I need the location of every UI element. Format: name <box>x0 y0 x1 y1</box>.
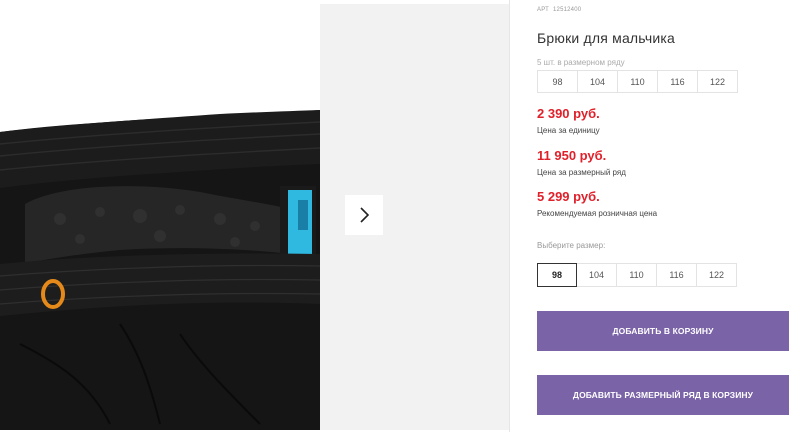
unit-price-label: Цена за единицу <box>537 126 600 135</box>
pack-size-110: 110 <box>617 70 658 93</box>
pants-image <box>0 110 320 430</box>
pack-size-116: 116 <box>657 70 698 93</box>
add-pack-to-cart-button[interactable]: ДОБАВИТЬ РАЗМЕРНЫЙ РЯД В КОРЗИНУ <box>537 375 789 415</box>
retail-price: 5 299 руб. <box>537 189 600 204</box>
pack-size-98: 98 <box>537 70 578 93</box>
gallery-next-button[interactable] <box>345 195 383 235</box>
product-gallery <box>0 0 510 432</box>
size-option-122[interactable]: 122 <box>696 263 737 287</box>
size-picker-label: Выберите размер: <box>537 241 606 250</box>
size-picker: 98 104 110 116 122 <box>537 263 737 287</box>
unit-price: 2 390 руб. <box>537 106 600 121</box>
size-option-110[interactable]: 110 <box>616 263 657 287</box>
size-option-98[interactable]: 98 <box>537 263 577 287</box>
pack-size-122: 122 <box>697 70 738 93</box>
retail-price-label: Рекомендуемая розничная цена <box>537 209 658 218</box>
size-option-116[interactable]: 116 <box>656 263 697 287</box>
pack-sizes: 98 104 110 116 122 <box>537 70 738 93</box>
product-photo[interactable] <box>0 4 320 430</box>
size-option-104[interactable]: 104 <box>576 263 617 287</box>
add-to-cart-button[interactable]: ДОБАВИТЬ В КОРЗИНУ <box>537 311 789 351</box>
panel-divider <box>509 0 510 432</box>
article-value: 12512400 <box>553 7 582 13</box>
pack-note: 5 шт. в размерном ряду <box>537 58 625 67</box>
article-label: АРТ <box>537 7 549 13</box>
pack-price: 11 950 руб. <box>537 148 607 163</box>
chevron-right-icon <box>360 207 370 223</box>
pack-price-label: Цена за размерный ряд <box>537 168 626 177</box>
article-number: АРТ 12512400 <box>537 7 585 13</box>
pack-size-104: 104 <box>577 70 618 93</box>
product-title: Брюки для мальчика <box>537 30 675 46</box>
